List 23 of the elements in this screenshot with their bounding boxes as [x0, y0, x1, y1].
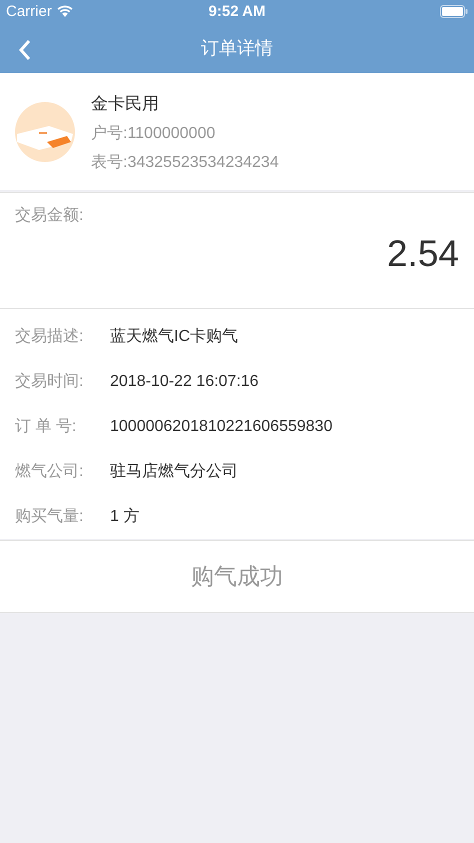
status-time: 9:52 AM	[208, 2, 266, 20]
carrier-name: Carrier	[6, 2, 52, 20]
wifi-icon	[56, 5, 73, 17]
back-icon	[18, 39, 32, 61]
detail-value: 1 方	[110, 506, 140, 527]
detail-value: 驻马店燃气分公司	[110, 462, 238, 482]
account-number: 户号:1100000000	[91, 124, 216, 144]
nav-title: 订单详情	[201, 36, 273, 60]
account-name: 金卡民用	[91, 93, 160, 115]
detail-value: 1000006201810221606559830	[110, 418, 332, 436]
detail-label: 交易时间:	[15, 372, 84, 392]
detail-label: 购买气量:	[15, 507, 84, 527]
detail-label: 燃气公司:	[15, 462, 84, 482]
card-reader-icon	[15, 102, 75, 162]
battery-icon	[440, 4, 468, 18]
amount-value: 2.54	[386, 233, 459, 275]
meter-number: 表号:34325523534234234	[91, 152, 279, 173]
detail-label: 订 单 号:	[15, 417, 78, 437]
detail-value: 2018-10-22 16:07:16	[110, 372, 259, 390]
detail-label: 交易描述:	[15, 326, 84, 347]
order-status: 购气成功	[191, 562, 283, 591]
detail-value: 蓝天燃气IC卡购气	[110, 326, 238, 347]
amount-label: 交易金额:	[15, 206, 84, 226]
